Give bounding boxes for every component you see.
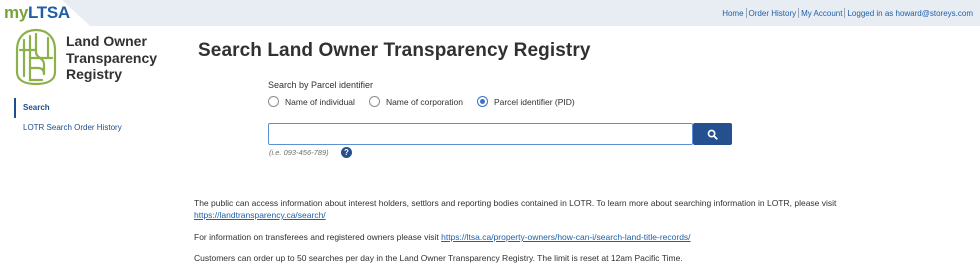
divider — [745, 8, 747, 18]
info-text-1: The public can access information about … — [194, 198, 837, 208]
radio-name-of-corporation[interactable]: Name of corporation — [368, 96, 463, 107]
order-history-link[interactable]: Order History — [749, 9, 797, 18]
info-paragraph-2: For information on transferees and regis… — [194, 231, 894, 243]
pid-format-hint: (i.e. 093-456-789) — [269, 148, 329, 157]
radio-circle[interactable] — [268, 96, 279, 107]
side-nav: Search LOTR Search Order History — [14, 98, 174, 138]
brand-line-2: Transparency — [66, 49, 158, 66]
info-text-2: For information on transferees and regis… — [194, 232, 439, 242]
brand-line-3: Registry — [66, 66, 123, 82]
radio-name-of-individual[interactable]: Name of individual — [268, 96, 355, 107]
header-links: Home Order History My Account Logged in as … — [722, 8, 973, 18]
radio-label: Name of individual — [285, 96, 355, 107]
nav-item-lotr-search-order-history[interactable]: LOTR Search Order History — [14, 118, 174, 138]
landtransparency-link[interactable]: https://landtransparency.ca/search/ — [194, 210, 326, 220]
search-icon — [707, 129, 718, 140]
divider — [844, 8, 846, 18]
page-title: Search Land Owner Transparency Registry — [198, 40, 591, 61]
search-by-label: Search by Parcel identifier — [268, 80, 374, 90]
logo-my-text: my — [4, 3, 28, 22]
info-paragraph-3: Customers can order up to 50 searches pe… — [194, 253, 683, 263]
radio-circle[interactable] — [368, 96, 380, 107]
brand-line-1: Land Owner — [66, 33, 147, 49]
logo-ltsa-text: LTSA — [27, 3, 70, 22]
brand-title: Land Owner Transparency Registry — [66, 33, 157, 83]
my-account-link[interactable]: My Account — [801, 9, 842, 18]
search-button[interactable] — [693, 123, 732, 145]
divider — [798, 8, 800, 18]
help-icon[interactable]: ? — [341, 147, 352, 158]
radio-label: Name of corporation — [385, 96, 463, 107]
lotr-emblem-icon — [15, 28, 57, 86]
myltsa-logo[interactable]: myLTSA — [4, 3, 70, 23]
home-link[interactable]: Home — [722, 9, 743, 18]
search-type-radio-group: Name of individual Name of corporation P… — [268, 96, 589, 107]
radio-circle-selected[interactable] — [476, 96, 488, 107]
radio-parcel-identifier[interactable]: Parcel identifier (PID) — [476, 96, 575, 107]
logged-in-user-link[interactable]: Logged in as howard@storeys.com — [847, 9, 973, 18]
info-paragraph-1: The public can access information about … — [194, 197, 894, 221]
nav-item-search[interactable]: Search — [14, 98, 174, 118]
ltsa-search-records-link[interactable]: https://ltsa.ca/property-owners/how-can-… — [441, 232, 690, 242]
pid-search-input[interactable] — [268, 123, 693, 145]
radio-label: Parcel identifier (PID) — [493, 96, 575, 107]
